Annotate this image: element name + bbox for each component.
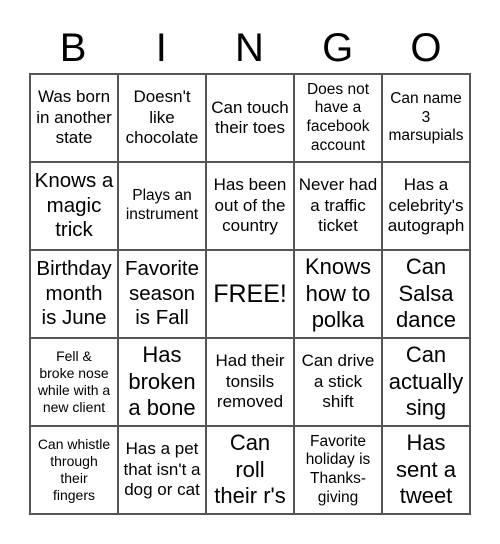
header-letter-g: G [322,26,354,70]
bingo-cell[interactable]: Favorite holiday is Thanks- giving [294,426,382,514]
bingo-cell[interactable]: Can drive a stick shift [294,338,382,426]
bingo-cell[interactable]: Does not have a facebook account [294,74,382,162]
bingo-grid: Was born in another state Doesn't like c… [29,73,471,515]
bingo-cell[interactable]: Has broken a bone [118,338,206,426]
bingo-cell[interactable]: Can touch their toes [206,74,294,162]
bingo-cell[interactable]: Knows how to polka [294,250,382,338]
bingo-cell[interactable]: Can actually sing [382,338,470,426]
bingo-cell[interactable]: Can whistle through their fingers [30,426,118,514]
bingo-cell[interactable]: Favorite season is Fall [118,250,206,338]
bingo-cell[interactable]: Has a pet that isn't a dog or cat [118,426,206,514]
bingo-cell[interactable]: Has been out of the country [206,162,294,250]
bingo-header: B I N G O [29,24,470,72]
header-letter-o: O [410,26,442,70]
header-letter-b: B [59,26,87,70]
bingo-cell[interactable]: Has a celebrity's autograph [382,162,470,250]
bingo-cell[interactable]: Knows a magic trick [30,162,118,250]
bingo-cell[interactable]: Plays an instrument [118,162,206,250]
bingo-cell[interactable]: Can roll their r's [206,426,294,514]
bingo-cell[interactable]: Birthday month is June [30,250,118,338]
bingo-cell[interactable]: Can name 3 marsupials [382,74,470,162]
bingo-cell[interactable]: Fell & broke nose while with a new clien… [30,338,118,426]
bingo-cell[interactable]: Was born in another state [30,74,118,162]
header-letter-n: N [235,26,264,70]
bingo-cell[interactable]: Had their tonsils removed [206,338,294,426]
header-letter-i: I [155,26,167,70]
free-cell[interactable]: FREE! [206,250,294,338]
bingo-cell[interactable]: Never had a traffic ticket [294,162,382,250]
bingo-cell[interactable]: Doesn't like chocolate [118,74,206,162]
bingo-cell[interactable]: Can Salsa dance [382,250,470,338]
bingo-cell[interactable]: Has sent a tweet [382,426,470,514]
